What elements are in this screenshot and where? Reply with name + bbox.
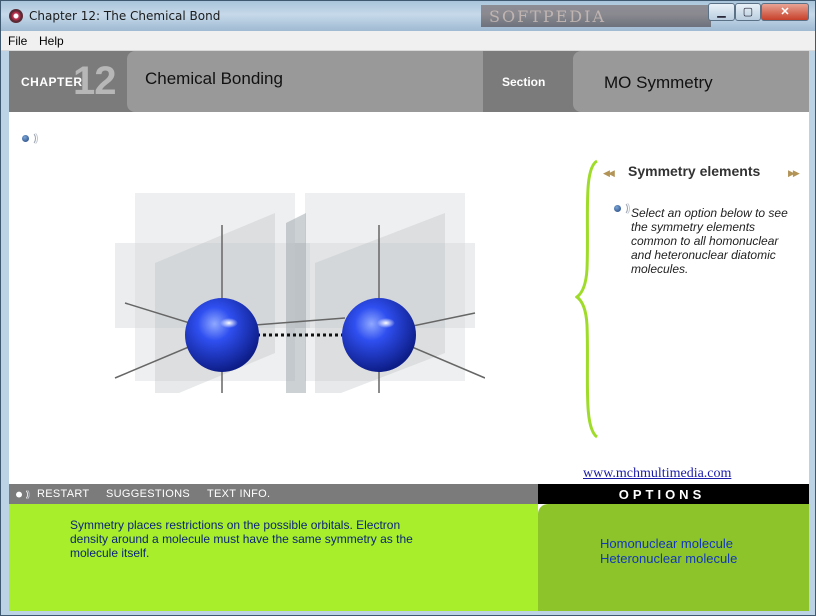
maximize-button[interactable]: ▢: [735, 3, 761, 21]
page-title: Chemical Bonding: [145, 69, 283, 88]
speaker-icon[interactable]: [15, 488, 30, 502]
previous-arrow-icon[interactable]: ◀◀: [603, 168, 615, 179]
watermark-logo: SOFTPEDIA: [489, 7, 606, 26]
header-bar: CHAPTER 12 Chemical Bonding Section MO S…: [9, 51, 809, 112]
website-link[interactable]: www.mchmultimedia.com: [583, 466, 731, 482]
app-icon[interactable]: [9, 9, 23, 23]
atom-left: [185, 298, 259, 372]
text-info-button[interactable]: TEXT INFO.: [207, 488, 270, 500]
options-header: OPTIONS: [538, 484, 809, 504]
chapter-number: 12: [73, 59, 116, 103]
window-title: Chapter 12: The Chemical Bond: [29, 9, 221, 23]
restart-button[interactable]: RESTART: [37, 488, 89, 500]
symmetry-title: Symmetry elements: [628, 163, 761, 179]
title-bar[interactable]: Chapter 12: The Chemical Bond SOFTPEDIA …: [1, 1, 815, 31]
speaker-icon[interactable]: [613, 201, 630, 217]
option-homonuclear[interactable]: Homonuclear molecule: [600, 536, 733, 551]
menu-help[interactable]: Help: [39, 34, 64, 48]
atom-right: [342, 298, 416, 372]
controls-bar: RESTART SUGGESTIONS TEXT INFO.: [9, 484, 538, 504]
info-area: Symmetry places restrictions on the poss…: [9, 504, 538, 611]
suggestions-button[interactable]: SUGGESTIONS: [106, 488, 190, 500]
info-text: Symmetry places restrictions on the poss…: [70, 518, 413, 560]
symmetry-planes: [115, 193, 475, 393]
molecule-illustration: [114, 193, 485, 393]
section-title: MO Symmetry: [604, 73, 713, 92]
menu-bar: File Help: [1, 31, 815, 51]
chapter-tab: CHAPTER 12: [9, 51, 127, 112]
symmetry-panel: ◀◀ Symmetry elements ▶▶ Select an option…: [575, 159, 809, 439]
menu-file[interactable]: File: [8, 34, 27, 48]
brace-divider: [575, 159, 599, 439]
app-window: Chapter 12: The Chemical Bond SOFTPEDIA …: [0, 0, 816, 616]
options-area: Homonuclear molecule Heteronuclear molec…: [538, 504, 809, 611]
next-arrow-icon[interactable]: ▶▶: [788, 168, 800, 179]
option-heteronuclear[interactable]: Heteronuclear molecule: [600, 551, 737, 566]
close-button[interactable]: ✕: [761, 3, 809, 21]
symmetry-instructions: Select an option below to see the symmet…: [631, 206, 788, 276]
options-title: OPTIONS: [618, 487, 706, 502]
app-content: CHAPTER 12 Chemical Bonding Section MO S…: [9, 51, 809, 611]
section-label: Section: [502, 75, 546, 89]
chapter-title-panel: Chemical Bonding: [127, 51, 483, 112]
section-panel: MO Symmetry: [573, 51, 809, 112]
minimize-button[interactable]: ▁: [708, 3, 735, 21]
speaker-icon[interactable]: [21, 131, 38, 147]
